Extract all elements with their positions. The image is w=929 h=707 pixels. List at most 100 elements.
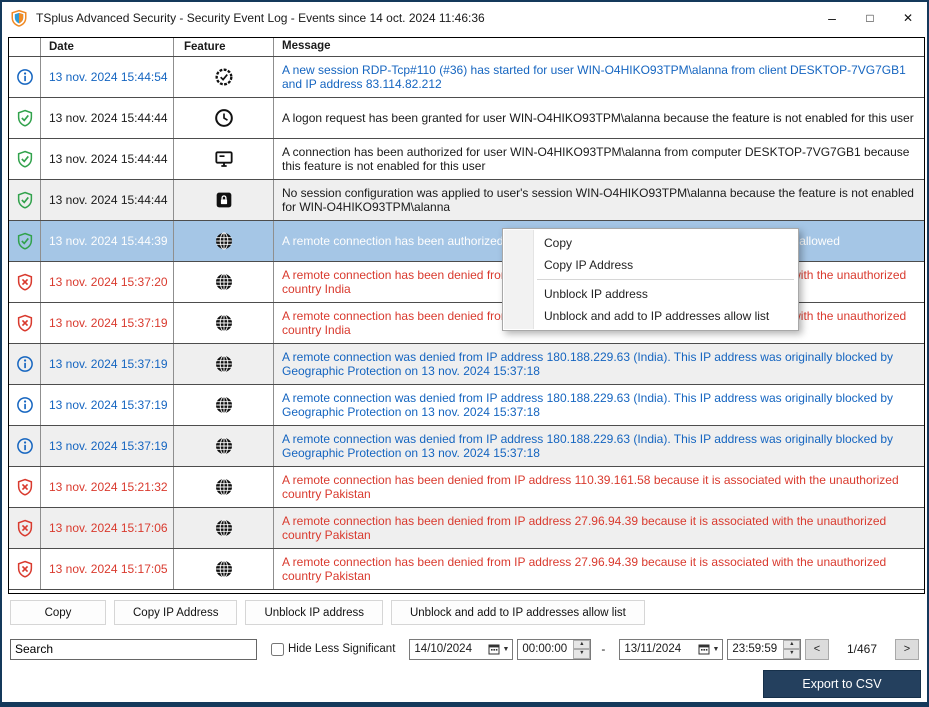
chevron-down-icon: ▼ — [502, 646, 509, 653]
from-time-picker[interactable]: 00:00:00 ▲ ▼ — [517, 639, 591, 660]
title-bar: TSplus Advanced Security - Security Even… — [2, 2, 927, 33]
event-date: 13 nov. 2024 15:37:20 — [41, 262, 174, 302]
level-cell — [9, 221, 41, 261]
level-cell — [9, 344, 41, 384]
hide-less-significant-checkbox[interactable] — [271, 643, 284, 656]
event-date: 13 nov. 2024 15:44:39 — [41, 221, 174, 261]
from-time-up-button[interactable]: ▲ — [573, 640, 590, 650]
table-row[interactable]: 13 nov. 2024 15:44:44A logon request has… — [9, 98, 924, 139]
export-csv-button[interactable]: Export to CSV — [763, 670, 921, 698]
to-time-down-button[interactable]: ▼ — [783, 649, 800, 659]
event-message: A remote connection has been denied from… — [274, 467, 924, 507]
event-date: 13 nov. 2024 15:44:54 — [41, 57, 174, 97]
feature-cell — [174, 180, 274, 220]
shield-x-icon — [16, 478, 34, 496]
shield-logo-icon — [10, 9, 28, 27]
feature-cell — [174, 426, 274, 466]
maximize-button[interactable]: □ — [851, 2, 889, 33]
globe-icon — [214, 477, 234, 497]
unblock-ip-button[interactable]: Unblock IP address — [245, 600, 383, 625]
table-row[interactable]: 13 nov. 2024 15:44:44No session configur… — [9, 180, 924, 221]
globe-icon — [214, 272, 234, 292]
menu-item-copy[interactable]: Copy — [504, 232, 797, 254]
level-cell — [9, 139, 41, 179]
feature-cell — [174, 303, 274, 343]
header-message[interactable]: Message — [274, 38, 924, 56]
table-row[interactable]: 13 nov. 2024 15:44:54A new session RDP-T… — [9, 57, 924, 98]
window-controls: – □ ✕ — [813, 2, 927, 33]
feature-cell — [174, 467, 274, 507]
clock-icon — [214, 108, 234, 128]
event-date: 13 nov. 2024 15:37:19 — [41, 303, 174, 343]
event-date: 13 nov. 2024 15:44:44 — [41, 139, 174, 179]
event-message: A remote connection has been denied from… — [274, 508, 924, 548]
to-time-spinner: ▲ ▼ — [783, 640, 800, 659]
feature-cell — [174, 549, 274, 589]
from-time-value: 00:00:00 — [518, 640, 573, 659]
from-time-down-button[interactable]: ▼ — [573, 649, 590, 659]
header-feature[interactable]: Feature — [174, 38, 274, 56]
info-icon — [16, 68, 34, 86]
copy-ip-address-button[interactable]: Copy IP Address — [114, 600, 237, 625]
shield-x-icon — [16, 314, 34, 332]
to-time-picker[interactable]: 23:59:59 ▲ ▼ — [727, 639, 801, 660]
level-cell — [9, 303, 41, 343]
shield-check-icon — [16, 150, 34, 168]
close-button[interactable]: ✕ — [889, 2, 927, 33]
table-row[interactable]: 13 nov. 2024 15:37:19A remote connection… — [9, 426, 924, 467]
globe-icon — [214, 313, 234, 333]
menu-item-copy-ip-address[interactable]: Copy IP Address — [504, 254, 797, 276]
to-time-up-button[interactable]: ▲ — [783, 640, 800, 650]
table-row[interactable]: 13 nov. 2024 15:37:19A remote connection… — [9, 344, 924, 385]
menu-item-unblock-ip[interactable]: Unblock IP address — [504, 283, 797, 305]
table-row[interactable]: 13 nov. 2024 15:21:32 A remote connection… — [9, 467, 924, 508]
prev-page-button[interactable]: < — [805, 639, 829, 660]
info-icon — [16, 355, 34, 373]
feature-cell — [174, 221, 274, 261]
event-message: A connection has been authorized for use… — [274, 139, 924, 179]
to-date-value: 13/11/2024 — [624, 643, 698, 655]
globe-icon — [214, 354, 234, 374]
event-date: 13 nov. 2024 15:44:44 — [41, 98, 174, 138]
level-cell — [9, 57, 41, 97]
menu-item-unblock-allowlist[interactable]: Unblock and add to IP addresses allow li… — [504, 305, 797, 327]
minimize-button[interactable]: – — [813, 2, 851, 33]
event-date: 13 nov. 2024 15:37:19 — [41, 344, 174, 384]
table-row[interactable]: 13 nov. 2024 15:44:44 A connection has be… — [9, 139, 924, 180]
level-cell — [9, 385, 41, 425]
table-row[interactable]: 13 nov. 2024 15:17:06A remote connection… — [9, 508, 924, 549]
desktop-icon — [214, 149, 234, 169]
shield-check-icon — [16, 191, 34, 209]
feature-cell — [174, 57, 274, 97]
unblock-allowlist-button[interactable]: Unblock and add to IP addresses allow li… — [391, 600, 645, 625]
shield-x-icon — [16, 519, 34, 537]
header-level-column — [9, 38, 41, 56]
level-cell — [9, 508, 41, 548]
certificate-icon — [214, 67, 234, 87]
copy-button[interactable]: Copy — [10, 600, 106, 625]
from-date-picker[interactable]: 14/10/2024 ▼ — [409, 639, 513, 660]
table-row[interactable]: 13 nov. 2024 15:37:19A remote connection… — [9, 385, 924, 426]
table-header: Date Feature Message — [9, 38, 924, 57]
next-page-button[interactable]: > — [895, 639, 919, 660]
date-range-separator: - — [601, 642, 605, 656]
feature-cell — [174, 344, 274, 384]
filter-bar: Hide Less Significant 14/10/2024 ▼ 00:00… — [10, 637, 919, 661]
globe-icon — [214, 436, 234, 456]
globe-icon — [214, 231, 234, 251]
info-icon — [16, 437, 34, 455]
search-input[interactable] — [10, 639, 257, 660]
table-row[interactable]: 13 nov. 2024 15:17:05A remote connection… — [9, 549, 924, 590]
globe-icon — [214, 395, 234, 415]
level-cell — [9, 98, 41, 138]
level-cell — [9, 549, 41, 589]
from-time-spinner: ▲ ▼ — [573, 640, 590, 659]
event-date: 13 nov. 2024 15:37:19 — [41, 426, 174, 466]
calendar-icon — [698, 643, 710, 655]
info-icon — [16, 396, 34, 414]
to-date-picker[interactable]: 13/11/2024 ▼ — [619, 639, 723, 660]
header-date[interactable]: Date — [41, 38, 174, 56]
level-cell — [9, 467, 41, 507]
event-date: 13 nov. 2024 15:21:32 — [41, 467, 174, 507]
window-title: TSplus Advanced Security - Security Even… — [36, 11, 485, 25]
